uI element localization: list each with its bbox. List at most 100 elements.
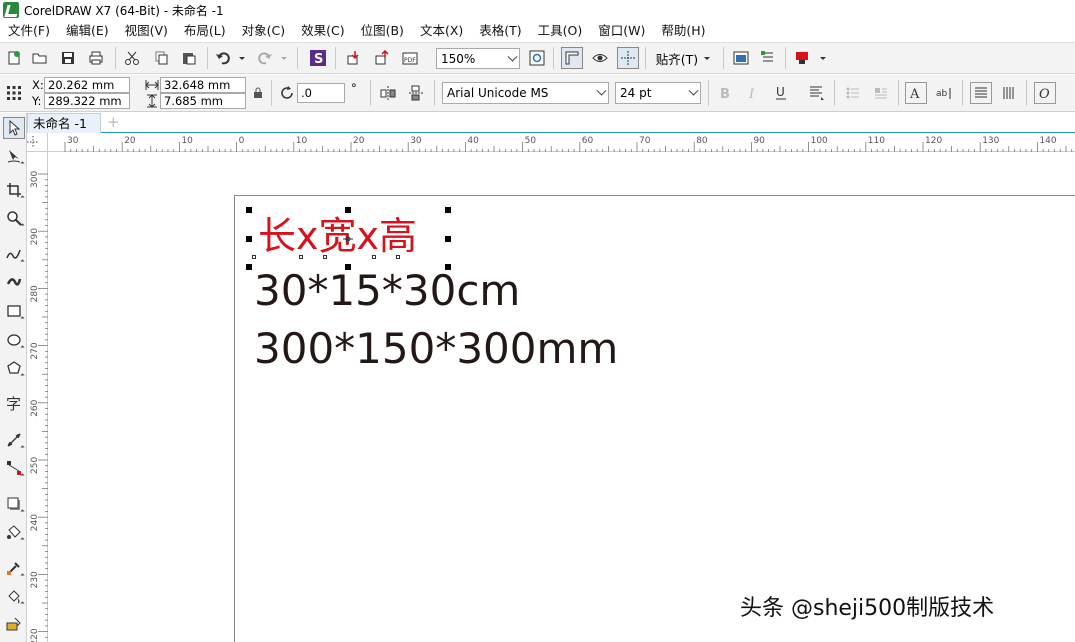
zoom-level-select[interactable]: 150%: [436, 48, 520, 69]
polygon-icon: [7, 361, 21, 374]
text-node[interactable]: [372, 255, 376, 259]
font-size-select[interactable]: 24 pt: [615, 82, 701, 104]
text-object-dimensions-label[interactable]: 长x宽x高: [258, 212, 417, 260]
selection-handle-top-right[interactable]: [445, 207, 451, 213]
zoom-tool[interactable]: [3, 207, 25, 229]
ruler-tick-label: 100: [811, 136, 828, 146]
full-screen-preview-button[interactable]: [589, 47, 611, 69]
text-node[interactable]: [396, 255, 400, 259]
interactive-oap-button[interactable]: O: [1034, 82, 1056, 104]
application-launcher-button[interactable]: [792, 47, 830, 69]
text-alignment-button[interactable]: [806, 82, 828, 104]
menu-bitmaps[interactable]: 位图(B): [353, 20, 412, 42]
welcome-screen-button[interactable]: [730, 47, 752, 69]
menu-file[interactable]: 文件(F): [0, 20, 58, 42]
drop-shadow-tool[interactable]: [3, 493, 25, 515]
menu-edit[interactable]: 编辑(E): [58, 20, 117, 42]
text-object-mm-size[interactable]: 300*150*300mm: [254, 324, 618, 374]
zoom-fit-button[interactable]: [526, 47, 548, 69]
copy-button[interactable]: [150, 47, 172, 69]
search-content-button[interactable]: S: [307, 47, 329, 69]
menu-effects[interactable]: 效果(C): [293, 20, 352, 42]
new-document-button[interactable]: [3, 47, 25, 69]
menu-view[interactable]: 视图(V): [117, 20, 176, 42]
menu-table[interactable]: 表格(T): [471, 20, 529, 42]
bullet-list-button[interactable]: [842, 82, 864, 104]
selection-handle-top-center[interactable]: [345, 207, 351, 213]
vertical-ruler-ticks: 300 290 280 270 260 250 240 230 220: [30, 171, 48, 642]
selection-handle-middle-right[interactable]: [445, 236, 451, 242]
vertical-ruler[interactable]: 300 290 280 270 260 250 240 230 220: [27, 152, 48, 642]
import-button[interactable]: [343, 47, 365, 69]
guidelines-button[interactable]: [617, 47, 639, 69]
selection-handle-bottom-center[interactable]: [345, 264, 351, 270]
undo-button[interactable]: [213, 47, 247, 69]
vertical-text-button[interactable]: [998, 82, 1020, 104]
publish-pdf-button[interactable]: PDF: [399, 47, 421, 69]
svg-text:A: A: [909, 87, 920, 101]
export-button[interactable]: [371, 47, 393, 69]
menu-help[interactable]: 帮助(H): [653, 20, 713, 42]
menu-object[interactable]: 对象(C): [234, 20, 293, 42]
shape-tool[interactable]: [3, 145, 25, 167]
drop-cap-button[interactable]: [870, 82, 892, 104]
y-position-field[interactable]: 289.322 mm: [44, 93, 130, 109]
mirror-vertical-button[interactable]: [405, 82, 427, 104]
print-button[interactable]: [85, 47, 107, 69]
menu-layout[interactable]: 布局(L): [176, 20, 234, 42]
pick-tool[interactable]: [3, 117, 25, 139]
redo-button[interactable]: [255, 47, 289, 69]
paste-button[interactable]: [178, 47, 200, 69]
text-tool[interactable]: 字: [3, 392, 25, 414]
menu-text[interactable]: 文本(X): [412, 20, 471, 42]
eyedropper-tool[interactable]: [3, 557, 25, 579]
ruler-origin[interactable]: [27, 133, 48, 152]
text-node[interactable]: [299, 255, 303, 259]
horizontal-text-button[interactable]: [970, 82, 992, 104]
freehand-tool[interactable]: [3, 243, 25, 265]
italic-button[interactable]: I: [742, 82, 764, 104]
artistic-media-tool[interactable]: [3, 271, 25, 293]
crop-tool[interactable]: [3, 179, 25, 201]
object-width-field[interactable]: 32.648 mm: [160, 77, 246, 93]
text-node[interactable]: [252, 255, 256, 259]
selection-handle-middle-left[interactable]: [246, 236, 252, 242]
mirror-horizontal-button[interactable]: [377, 82, 399, 104]
horizontal-ruler[interactable]: 30 20 10 0 10 20 30 40 50 60 70 80 90 100 110 120 130 140: [48, 133, 1075, 152]
ellipse-tool[interactable]: [3, 329, 25, 351]
text-node[interactable]: [323, 255, 327, 259]
align-left-icon: [810, 86, 824, 100]
rotation-angle-field[interactable]: .0: [297, 83, 345, 103]
menu-window[interactable]: 窗口(W): [590, 20, 653, 42]
show-rulers-button[interactable]: [561, 47, 583, 69]
text-object-cm-size[interactable]: 30*15*30cm: [254, 266, 520, 316]
tab-untitled-1[interactable]: 未命名 -1: [27, 113, 101, 133]
options-button[interactable]: [757, 47, 779, 69]
selection-handle-bottom-right[interactable]: [445, 264, 451, 270]
drawing-canvas[interactable]: [48, 152, 1075, 642]
selection-handle-top-left[interactable]: [246, 207, 252, 213]
x-position-field[interactable]: 20.262 mm: [44, 77, 130, 93]
interactive-fill-tool[interactable]: [3, 585, 25, 607]
connector-tool[interactable]: [3, 457, 25, 479]
selection-handle-bottom-left[interactable]: [246, 264, 252, 270]
edit-text-button[interactable]: ab: [933, 82, 955, 104]
object-height-field[interactable]: 7.685 mm: [160, 93, 246, 109]
snap-to-dropdown[interactable]: 贴齐(T): [650, 47, 718, 69]
text-properties-button[interactable]: A: [905, 82, 927, 104]
menu-tools[interactable]: 工具(O): [530, 20, 591, 42]
save-button[interactable]: [57, 47, 79, 69]
transparency-tool[interactable]: [3, 521, 25, 543]
font-list-select[interactable]: Arial Unicode MS: [442, 82, 609, 104]
object-origin-button[interactable]: [3, 82, 25, 104]
underline-button[interactable]: U: [770, 82, 792, 104]
add-tab-button[interactable]: +: [107, 113, 120, 131]
bold-button[interactable]: B: [714, 82, 736, 104]
cut-button[interactable]: [121, 47, 143, 69]
open-button[interactable]: [29, 47, 51, 69]
polygon-tool[interactable]: [3, 357, 25, 379]
lock-ratio-button[interactable]: [250, 85, 266, 101]
rectangle-tool[interactable]: [3, 300, 25, 322]
smart-fill-tool[interactable]: [3, 613, 25, 635]
dimension-tool[interactable]: [3, 429, 25, 451]
